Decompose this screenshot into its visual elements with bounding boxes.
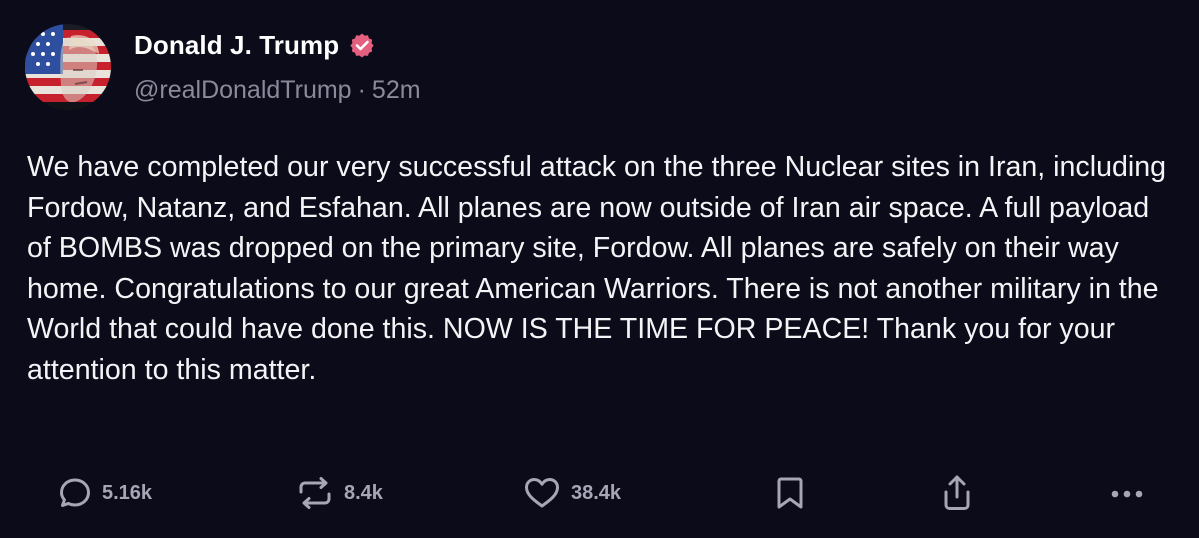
like-button[interactable]: 38.4k xyxy=(522,472,621,514)
reply-button[interactable]: 5.16k xyxy=(57,472,152,514)
avatar[interactable] xyxy=(25,24,111,110)
bookmark-button[interactable] xyxy=(772,472,808,514)
author-name-row: Donald J. Trump xyxy=(134,27,375,63)
repost-button[interactable]: 8.4k xyxy=(295,472,383,514)
avatar-image xyxy=(25,24,111,110)
reply-count: 5.16k xyxy=(102,481,153,504)
post-card: Donald J. Trump @realDonaldTrump · 52m W… xyxy=(0,0,1199,538)
handle[interactable]: @realDonaldTrump xyxy=(134,76,352,105)
bookmark-icon xyxy=(777,477,803,509)
post-body: We have completed our very successful at… xyxy=(27,151,1167,386)
timestamp[interactable]: 52m xyxy=(372,76,421,105)
heart-icon xyxy=(525,478,559,508)
meta-separator: · xyxy=(357,76,366,104)
repost-count: 8.4k xyxy=(344,481,383,504)
post-meta: @realDonaldTrump · 52m xyxy=(134,76,421,105)
more-button[interactable] xyxy=(1107,472,1147,514)
share-icon xyxy=(944,475,970,510)
more-icon xyxy=(1111,490,1143,498)
like-count: 38.4k xyxy=(571,481,622,504)
share-button[interactable] xyxy=(939,472,975,514)
comment-icon xyxy=(60,478,90,507)
verified-badge-icon xyxy=(350,33,374,58)
repost-icon xyxy=(299,477,331,509)
action-bar: 5.16k 8.4k 38.4k xyxy=(0,472,1199,514)
display-name[interactable]: Donald J. Trump xyxy=(134,30,339,61)
